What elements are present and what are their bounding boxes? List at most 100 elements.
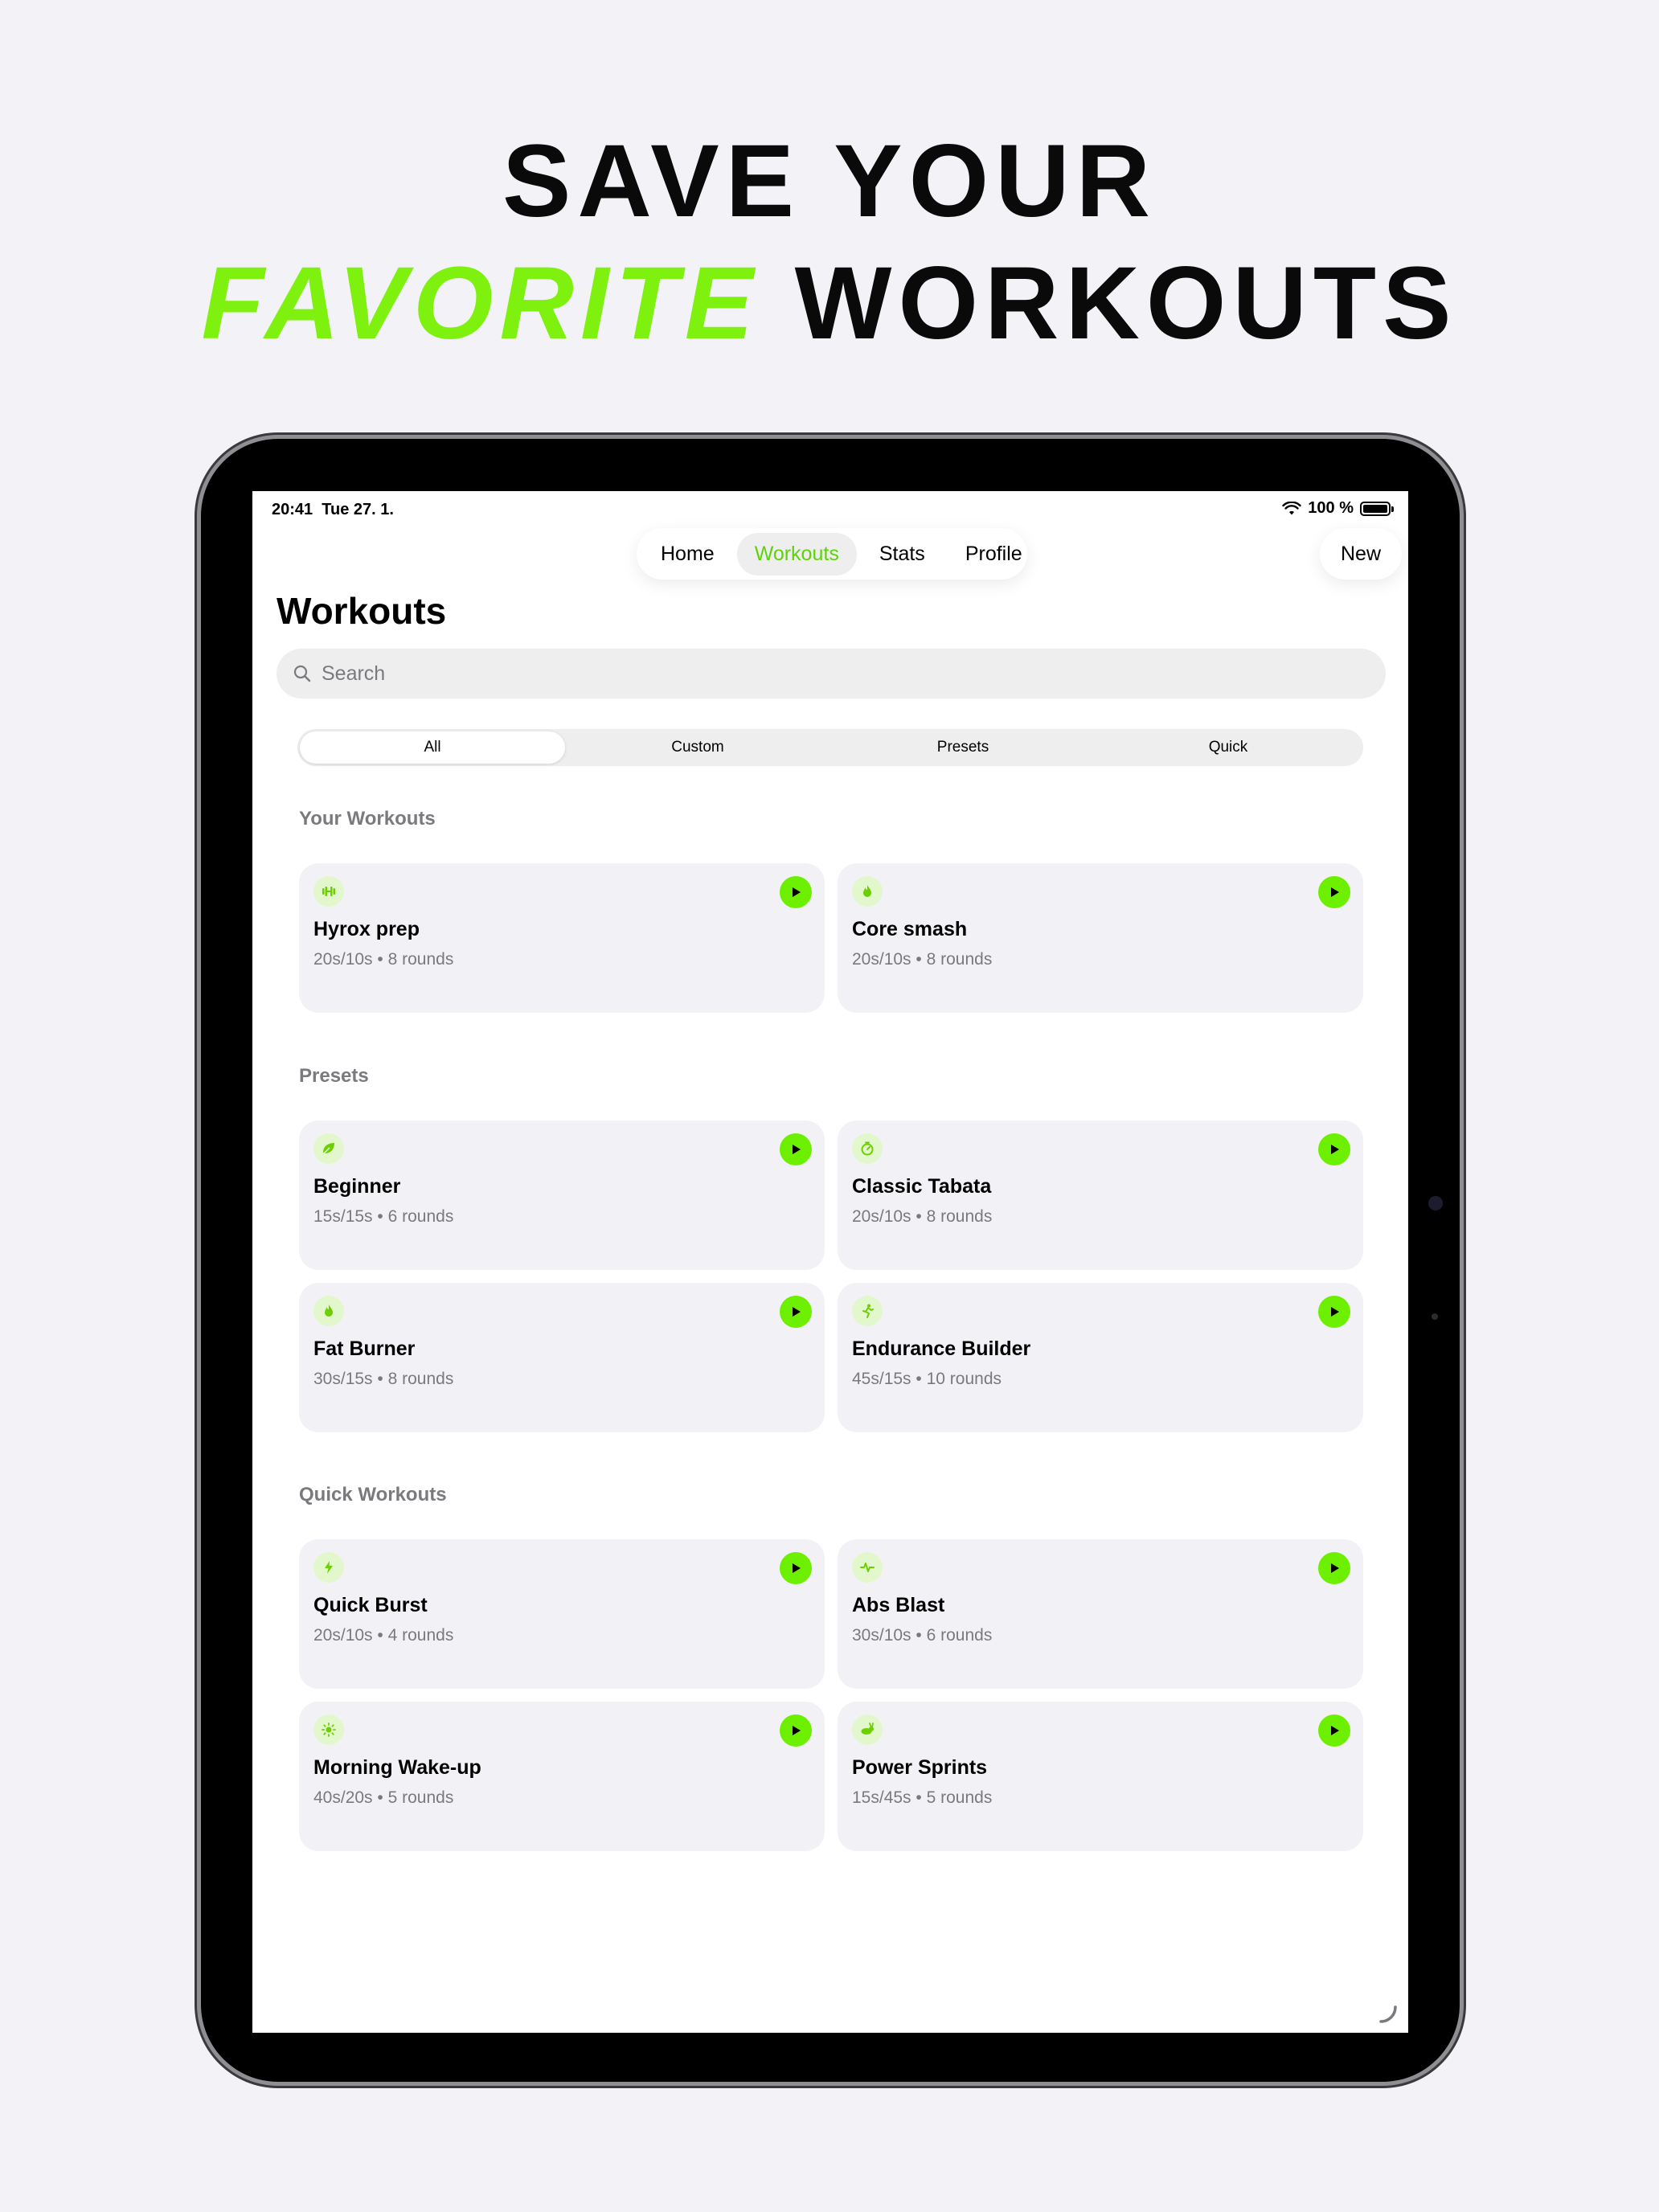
headline-line-1: SAVE YOUR bbox=[502, 124, 1157, 239]
sensor bbox=[1432, 1313, 1438, 1320]
workout-meta: 30s/10s • 6 rounds bbox=[852, 1626, 993, 1645]
wifi-icon bbox=[1282, 501, 1301, 514]
workout-timing: 20s/10s bbox=[852, 950, 911, 969]
status-date: Tue 27. 1. bbox=[322, 501, 394, 518]
play-button[interactable] bbox=[780, 876, 812, 908]
search-placeholder: Search bbox=[322, 662, 386, 685]
play-button[interactable] bbox=[780, 1552, 812, 1584]
workout-meta: 20s/10s • 8 rounds bbox=[313, 950, 454, 969]
workout-card[interactable]: Fat Burner 30s/15s • 8 rounds bbox=[299, 1283, 825, 1432]
workout-title: Beginner bbox=[313, 1175, 401, 1198]
workout-title: Abs Blast bbox=[852, 1594, 945, 1616]
tab-stats[interactable]: Stats bbox=[862, 533, 943, 576]
pulse-icon bbox=[852, 1552, 883, 1583]
play-icon bbox=[793, 1726, 801, 1735]
search-icon bbox=[293, 665, 311, 682]
workout-rounds: 8 rounds bbox=[387, 1370, 454, 1388]
filter-segmented-control: All Custom Presets Quick bbox=[297, 729, 1363, 766]
workout-meta: 20s/10s • 8 rounds bbox=[852, 950, 993, 969]
workout-title: Morning Wake-up bbox=[313, 1756, 481, 1779]
workout-title: Quick Burst bbox=[313, 1594, 428, 1616]
workout-rounds: 8 rounds bbox=[387, 950, 454, 969]
workout-card[interactable]: Classic Tabata 20s/10s • 8 rounds bbox=[838, 1120, 1363, 1270]
workout-rounds: 5 rounds bbox=[926, 1788, 993, 1807]
new-workout-button[interactable]: New bbox=[1320, 528, 1403, 580]
workout-meta: 40s/20s • 5 rounds bbox=[313, 1788, 454, 1807]
volume-down-button bbox=[1460, 624, 1466, 680]
play-button[interactable] bbox=[1318, 1552, 1350, 1584]
workout-card[interactable]: Hyrox prep 20s/10s • 8 rounds bbox=[299, 863, 825, 1013]
flame-icon bbox=[852, 876, 883, 907]
bolt-icon bbox=[313, 1552, 344, 1583]
tab-workouts[interactable]: Workouts bbox=[736, 532, 857, 576]
segment-quick[interactable]: Quick bbox=[1096, 731, 1361, 764]
workout-card[interactable]: Beginner 15s/15s • 6 rounds bbox=[299, 1120, 825, 1270]
workout-timing: 30s/10s bbox=[852, 1626, 911, 1645]
workout-timing: 15s/45s bbox=[852, 1788, 911, 1807]
status-bar-right: 100 % bbox=[1282, 499, 1394, 518]
resize-handle-icon bbox=[1379, 2005, 1397, 2023]
workout-timing: 20s/10s bbox=[852, 1207, 911, 1226]
play-icon bbox=[1331, 1726, 1339, 1735]
workout-title: Hyrox prep bbox=[313, 918, 420, 940]
workout-title: Fat Burner bbox=[313, 1337, 416, 1360]
workout-card[interactable]: Power Sprints 15s/45s • 5 rounds bbox=[838, 1702, 1363, 1851]
workout-meta: 15s/45s • 5 rounds bbox=[852, 1788, 993, 1807]
workout-timing: 40s/20s bbox=[313, 1788, 373, 1807]
section-label: Presets bbox=[299, 1065, 369, 1087]
hare-icon bbox=[852, 1714, 883, 1745]
workout-meta: 20s/10s • 8 rounds bbox=[852, 1207, 993, 1226]
play-icon bbox=[793, 887, 801, 897]
workout-card[interactable]: Abs Blast 30s/10s • 6 rounds bbox=[838, 1539, 1363, 1689]
top-navigation: Home Workouts Stats Profile bbox=[637, 528, 1027, 580]
play-button[interactable] bbox=[780, 1714, 812, 1747]
play-icon bbox=[1331, 1145, 1339, 1154]
page-title: Workouts bbox=[276, 590, 447, 632]
section-label: Your Workouts bbox=[299, 808, 436, 830]
workout-card[interactable]: Morning Wake-up 40s/20s • 5 rounds bbox=[299, 1702, 825, 1851]
workout-timing: 20s/10s bbox=[313, 950, 373, 969]
workout-rounds: 8 rounds bbox=[926, 950, 993, 969]
workout-card[interactable]: Quick Burst 20s/10s • 4 rounds bbox=[299, 1539, 825, 1689]
play-icon bbox=[793, 1145, 801, 1154]
headline-accent-word: FAVORITE bbox=[201, 246, 760, 361]
workout-timing: 20s/10s bbox=[313, 1626, 373, 1645]
timer-icon bbox=[852, 1133, 883, 1164]
battery-percent: 100 % bbox=[1308, 499, 1354, 517]
play-icon bbox=[793, 1563, 801, 1573]
play-icon bbox=[1331, 1307, 1339, 1317]
play-button[interactable] bbox=[1318, 1133, 1350, 1165]
play-button[interactable] bbox=[1318, 1296, 1350, 1328]
play-button[interactable] bbox=[780, 1296, 812, 1328]
segment-presets[interactable]: Presets bbox=[830, 731, 1096, 764]
headline-line-2: FAVORITE WORKOUTS bbox=[0, 243, 1659, 365]
workout-rounds: 6 rounds bbox=[387, 1207, 454, 1226]
workout-card[interactable]: Endurance Builder 45s/15s • 10 rounds bbox=[838, 1283, 1363, 1432]
volume-up-button bbox=[1460, 556, 1466, 612]
headline: SAVE YOUR FAVORITE WORKOUTS bbox=[0, 121, 1659, 365]
play-icon bbox=[1331, 1563, 1339, 1573]
segment-all[interactable]: All bbox=[300, 731, 565, 764]
workout-rounds: 6 rounds bbox=[926, 1626, 993, 1645]
tab-home[interactable]: Home bbox=[643, 533, 732, 576]
play-button[interactable] bbox=[780, 1133, 812, 1165]
running-figure-icon bbox=[852, 1296, 883, 1326]
search-field[interactable]: Search bbox=[276, 649, 1386, 698]
play-icon bbox=[1331, 887, 1339, 897]
workout-meta: 30s/15s • 8 rounds bbox=[313, 1370, 454, 1388]
battery-icon bbox=[1360, 501, 1394, 516]
workout-rounds: 8 rounds bbox=[926, 1207, 993, 1226]
flame-icon bbox=[313, 1296, 344, 1326]
play-button[interactable] bbox=[1318, 876, 1350, 908]
workout-card[interactable]: Core smash 20s/10s • 8 rounds bbox=[838, 863, 1363, 1013]
workout-rounds: 5 rounds bbox=[387, 1788, 454, 1807]
segment-custom[interactable]: Custom bbox=[565, 731, 830, 764]
leaf-icon bbox=[313, 1133, 344, 1164]
camera bbox=[1428, 1196, 1443, 1210]
workout-title: Classic Tabata bbox=[852, 1175, 992, 1198]
tab-profile[interactable]: Profile bbox=[948, 533, 1040, 576]
headline-rest: WORKOUTS bbox=[760, 246, 1458, 361]
workout-rounds: 10 rounds bbox=[926, 1370, 1002, 1388]
status-bar-left: 20:41 Tue 27. 1. bbox=[272, 501, 394, 519]
play-button[interactable] bbox=[1318, 1714, 1350, 1747]
